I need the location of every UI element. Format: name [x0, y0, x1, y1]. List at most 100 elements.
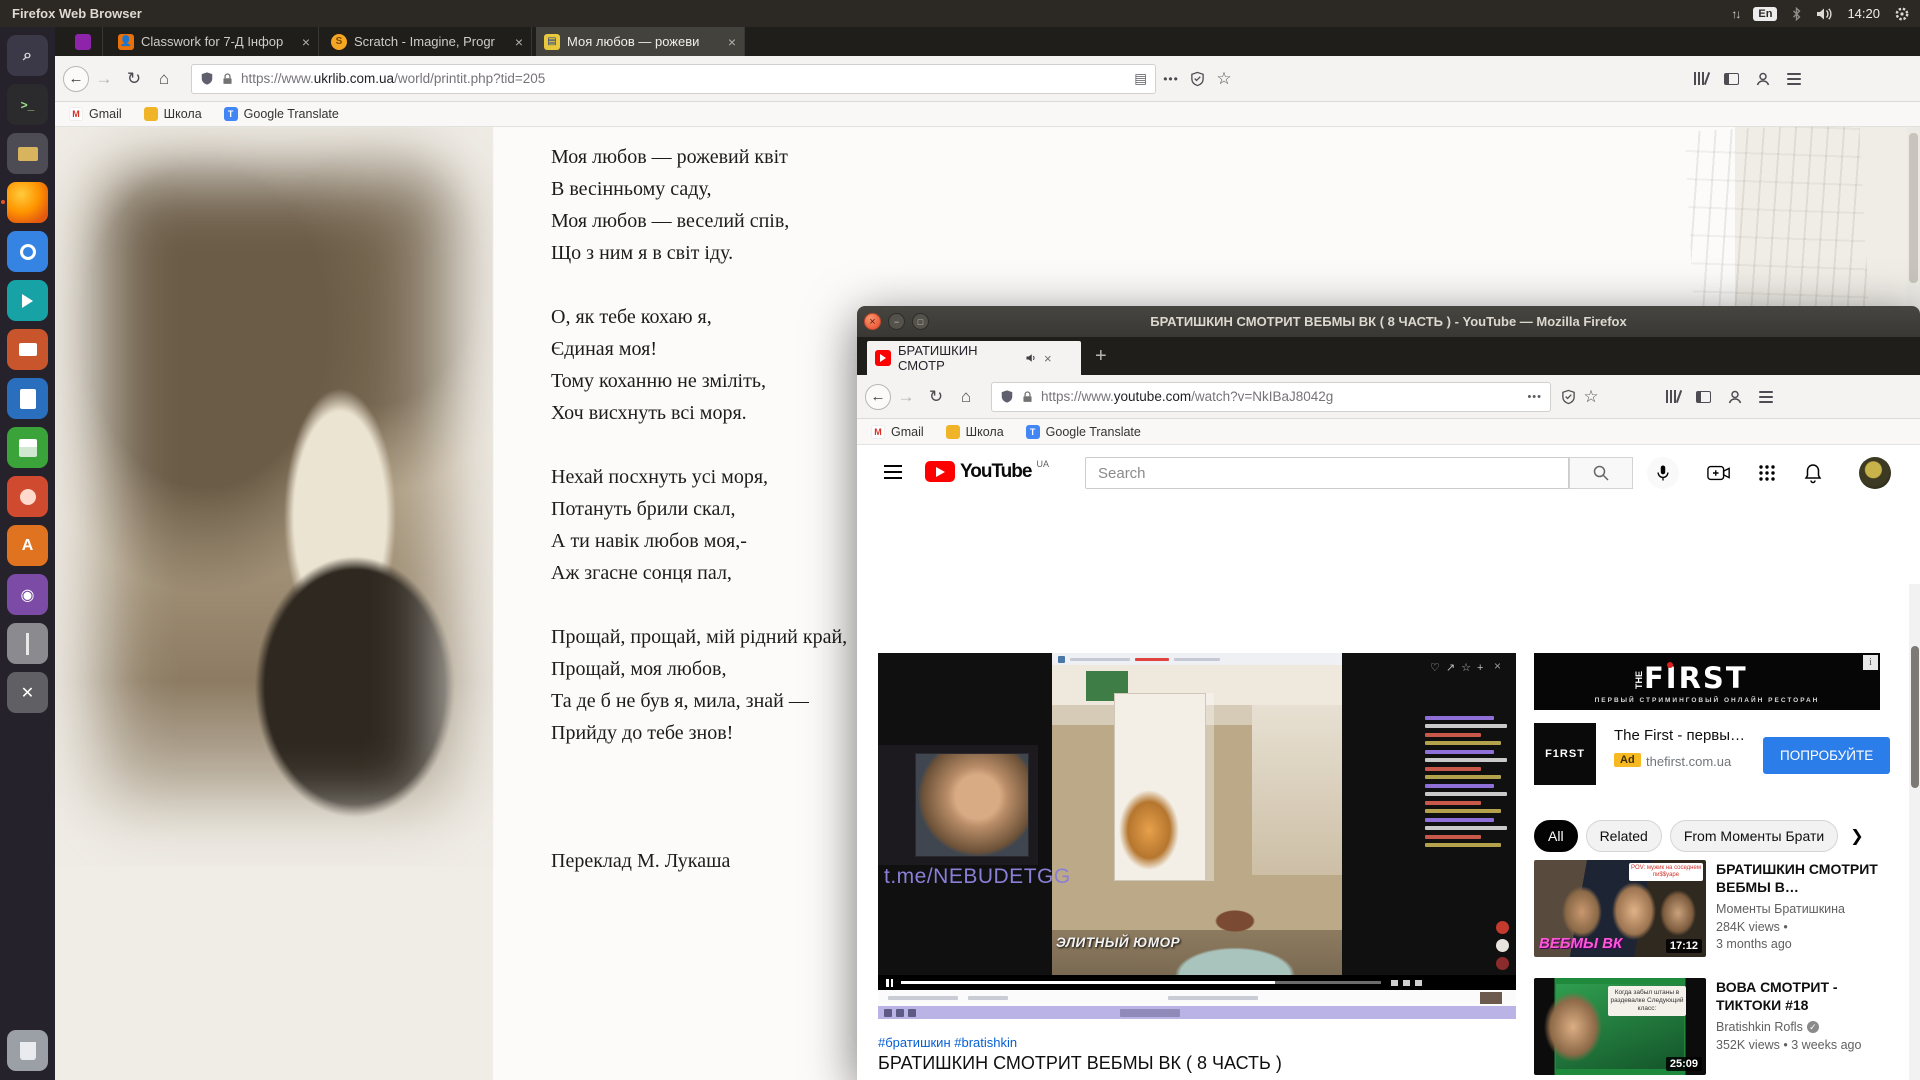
related-video-1[interactable]: POV: мужик на соседнем пи$$уаре ВЕБМЫ ВК… [1534, 860, 1900, 972]
video-hashtags[interactable]: #братишкин #bratishkin [878, 1035, 1017, 1050]
youtube-scrollbar[interactable] [1909, 584, 1920, 1080]
new-tab-button[interactable]: + [1095, 345, 1107, 368]
ad-thumbnail[interactable]: F1RST [1534, 723, 1596, 785]
youtube-logo[interactable]: YouTube UA [925, 461, 1049, 483]
voice-search-button[interactable] [1647, 457, 1679, 489]
account-icon[interactable] [1727, 389, 1743, 405]
bookmark-gmail[interactable]: MGmail [871, 425, 924, 439]
bookmark-school[interactable]: Школа [946, 425, 1004, 439]
sidebar-icon[interactable] [1696, 391, 1711, 403]
firefox-icon[interactable] [7, 182, 48, 223]
tab-close-icon[interactable]: × [1044, 351, 1052, 366]
ad-cta-button[interactable]: ПОПРОБУЙТЕ [1763, 737, 1890, 774]
ad-info-icon[interactable]: i [1863, 655, 1878, 670]
bookmark-gmail[interactable]: MGmail [69, 107, 122, 121]
menu-icon[interactable] [1759, 391, 1773, 403]
tab-classwork[interactable]: 👤 Classwork for 7-Д Інфор × [110, 27, 319, 56]
guide-menu-icon[interactable] [884, 465, 902, 479]
library-icon[interactable] [1666, 390, 1680, 403]
menu-icon[interactable] [1787, 73, 1801, 85]
camera-app-icon[interactable] [7, 231, 48, 272]
page-actions-icon[interactable]: ••• [1156, 72, 1186, 86]
tracking-shield-icon[interactable] [1000, 389, 1014, 404]
volume-icon[interactable] [1816, 7, 1833, 21]
libreoffice-calc-icon[interactable] [7, 427, 48, 468]
ad-title[interactable]: The First - первы… [1614, 727, 1745, 744]
account-icon[interactable] [1755, 71, 1771, 87]
sidebar-icon[interactable] [1724, 73, 1739, 85]
tab-close-icon[interactable]: × [302, 34, 310, 50]
power-gear-icon[interactable] [1894, 6, 1910, 22]
video-thumbnail[interactable]: Когда забыл штаны в раздевалке Следующий… [1534, 978, 1706, 1075]
bookmark-translate[interactable]: TGoogle Translate [1026, 425, 1141, 439]
video-thumbnail[interactable]: POV: мужик на соседнем пи$$уаре ВЕБМЫ ВК… [1534, 860, 1706, 957]
tab-youtube-active[interactable]: БРАТИШКИН СМОТР × [867, 341, 1081, 375]
progress-bar[interactable] [901, 981, 1381, 984]
inner-player-controls[interactable] [878, 975, 1516, 990]
archive-app-icon[interactable] [7, 623, 48, 664]
back-button[interactable]: ← [63, 66, 89, 92]
pocket-shield-icon[interactable] [1190, 71, 1205, 87]
url-bar[interactable]: https://www.ukrlib.com.ua/world/printit.… [191, 64, 1156, 94]
bookmark-translate[interactable]: TGoogle Translate [224, 107, 339, 121]
chips-chevron-right-icon[interactable]: ❯ [1850, 826, 1863, 846]
library-icon[interactable] [1694, 72, 1708, 85]
software-center-icon[interactable]: A [7, 525, 48, 566]
reader-view-icon[interactable]: ▤ [1134, 71, 1147, 87]
forward-button[interactable]: → [89, 69, 119, 89]
create-video-icon[interactable] [1707, 463, 1731, 483]
search-input[interactable] [1098, 465, 1556, 482]
reload-button[interactable]: ↻ [921, 387, 951, 407]
url-bar[interactable]: https://www.youtube.com/watch?v=NkIBaJ80… [991, 382, 1551, 412]
apps-grid-icon[interactable] [1757, 463, 1777, 483]
video-channel[interactable]: Моменты Братишкина [1716, 902, 1845, 916]
window-close-button[interactable]: × [864, 313, 881, 330]
notifications-bell-icon[interactable] [1803, 463, 1823, 485]
video-player[interactable]: t.me/NEBUDETGG ЭЛИТНЫЙ ЮМОР ♡↗☆+ × [878, 653, 1516, 1019]
bookmark-star-icon[interactable]: ☆ [1576, 387, 1606, 407]
search-button[interactable] [1569, 457, 1633, 489]
home-button[interactable]: ⌂ [951, 387, 981, 407]
keyboard-layout-indicator[interactable]: En [1753, 7, 1777, 21]
pocket-shield-icon[interactable] [1561, 389, 1576, 405]
reload-button[interactable]: ↻ [119, 69, 149, 89]
chip-from-channel[interactable]: From Моменты Брати [1670, 820, 1838, 852]
bookmark-school[interactable]: Школа [144, 107, 202, 121]
video-title[interactable]: ВОВА СМОТРИТ - ТИКТОКИ #18 [1716, 978, 1900, 1014]
pause-icon[interactable] [886, 979, 893, 987]
tab-scratch[interactable]: S Scratch - Imagine, Progr × [323, 27, 532, 56]
tracking-shield-icon[interactable] [200, 71, 214, 86]
scrollbar-thumb[interactable] [1911, 646, 1919, 788]
search-box[interactable] [1085, 457, 1569, 489]
video-app-icon[interactable] [7, 280, 48, 321]
ad-banner[interactable]: THE FIRST ПЕРВЫЙ СТРИМИНГОВЫЙ ОНЛАЙН РЕС… [1534, 653, 1880, 710]
scrollbar-thumb[interactable] [1909, 133, 1918, 283]
related-video-2[interactable]: Когда забыл штаны в раздевалке Следующий… [1534, 978, 1900, 1080]
page-actions-icon[interactable]: ••• [1527, 391, 1542, 403]
dash-icon[interactable]: ⌕ [7, 35, 48, 76]
account-avatar[interactable] [1859, 457, 1891, 489]
tab-close-icon[interactable]: × [515, 34, 523, 50]
network-arrows-icon[interactable]: ↑↓ [1731, 7, 1739, 21]
tools-app-icon[interactable]: ✕ [7, 672, 48, 713]
chip-all[interactable]: All [1534, 820, 1578, 852]
bookmark-star-icon[interactable]: ☆ [1209, 69, 1239, 89]
tab-audio-icon[interactable] [1025, 352, 1037, 364]
video-title[interactable]: БРАТИШКИН СМОТРИТ ВЕБМЫ В… [1716, 860, 1900, 896]
window-maximize-button[interactable]: □ [912, 313, 929, 330]
window-minimize-button[interactable]: − [888, 313, 905, 330]
purple-app-icon[interactable]: ◉ [7, 574, 48, 615]
bluetooth-icon[interactable] [1791, 7, 1802, 21]
files-icon[interactable] [7, 133, 48, 174]
libreoffice-impress-icon[interactable] [7, 329, 48, 370]
back-button[interactable]: ← [865, 384, 891, 410]
forward-button[interactable]: → [891, 387, 921, 407]
tab-close-icon[interactable]: × [728, 34, 736, 50]
pinned-tab[interactable] [63, 27, 103, 56]
window-titlebar[interactable]: × − □ БРАТИШКИН СМОТРИТ ВЕБМЫ ВК ( 8 ЧАС… [857, 306, 1920, 337]
video-channel[interactable]: Bratishkin Rofls✓ [1716, 1020, 1819, 1034]
home-button[interactable]: ⌂ [149, 69, 179, 89]
terminal-icon[interactable]: >_ [7, 84, 48, 125]
trash-icon[interactable] [7, 1030, 48, 1071]
tab-poem-active[interactable]: ▤ Моя любов — рожеви × [536, 27, 745, 56]
